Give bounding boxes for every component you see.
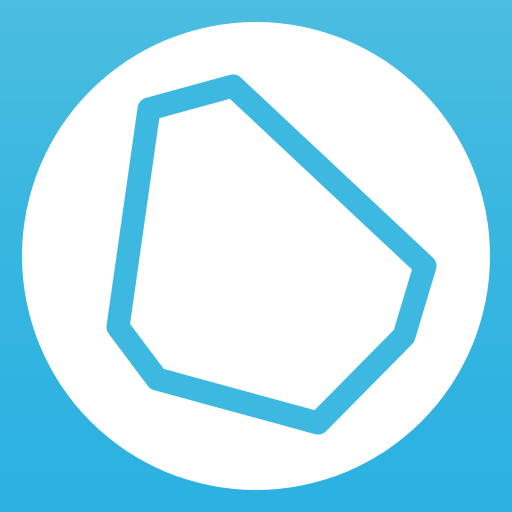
app-icon	[0, 0, 512, 512]
polygon-outline-shape	[106, 74, 437, 435]
polygon-outline-icon	[106, 74, 437, 435]
